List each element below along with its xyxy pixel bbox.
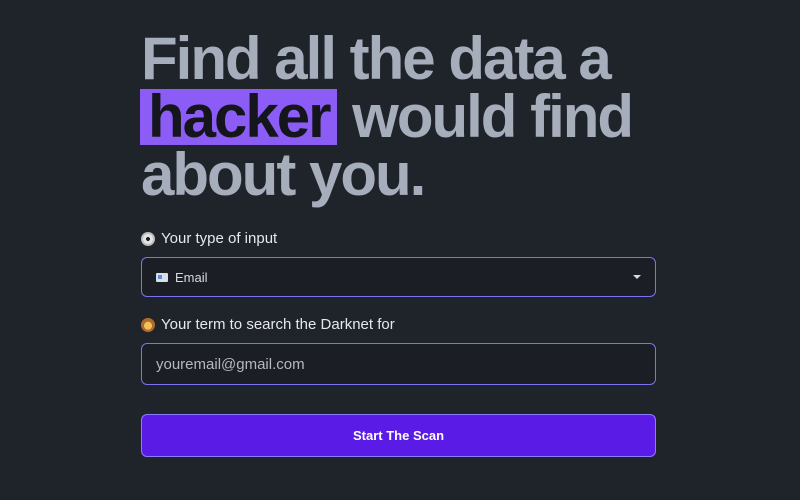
input-type-select[interactable]: Email: [141, 257, 656, 297]
id-card-icon: [156, 272, 168, 282]
headline-line-3: about you.: [141, 141, 426, 208]
headline-line-1: Find all the data a: [141, 25, 612, 92]
search-term-label-text: Your term to search the Darknet for: [161, 316, 395, 333]
hero-headline: Find all the data a hacker would find ab…: [140, 25, 701, 208]
search-term-input[interactable]: [141, 343, 656, 385]
input-type-selected: Email: [156, 270, 633, 285]
input-type-label: Your type of input: [141, 230, 277, 247]
start-scan-button[interactable]: Start The Scan: [141, 414, 656, 457]
detective-face-icon: [141, 317, 155, 332]
headline-line-2: hacker would find: [140, 87, 701, 147]
headline-line-2-rest: would find: [337, 83, 634, 150]
input-type-label-text: Your type of input: [161, 230, 278, 247]
disc-icon: [141, 231, 155, 246]
input-type-selected-text: Email: [175, 269, 208, 285]
headline-highlight: hacker: [140, 87, 338, 147]
chevron-down-icon: [633, 275, 641, 279]
page: Find all the data a hacker would find ab…: [0, 0, 800, 500]
search-term-label: Your term to search the Darknet for: [141, 316, 395, 333]
